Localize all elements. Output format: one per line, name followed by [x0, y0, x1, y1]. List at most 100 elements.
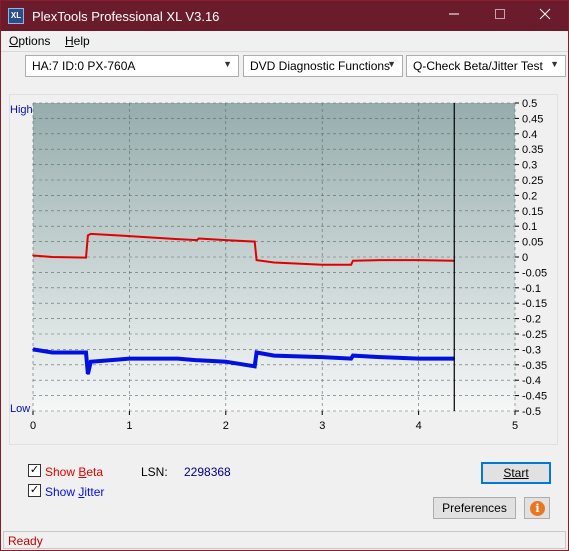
info-button[interactable]: i	[524, 497, 550, 519]
data-point-jitter	[321, 356, 324, 358]
data-point-jitter	[87, 373, 89, 375]
high-label: High	[10, 104, 33, 116]
preferences-button[interactable]: Preferences	[433, 497, 516, 519]
show-jitter-label-post: itter	[84, 485, 105, 499]
data-point-beta	[417, 259, 420, 261]
data-point-jitter	[176, 357, 179, 360]
data-point-jitter	[379, 356, 381, 358]
show-jitter-label-pre: Show	[45, 485, 79, 499]
data-point-beta	[253, 240, 256, 243]
data-point-jitter	[255, 351, 258, 354]
chevron-down-icon: ▼	[550, 59, 559, 69]
y-tick-label: -0.05	[522, 267, 547, 279]
data-point-beta	[198, 237, 200, 240]
show-beta-label[interactable]: Show Beta	[45, 465, 103, 479]
y-tick-label: -0.4	[522, 375, 541, 387]
menu-help[interactable]: Help	[65, 34, 90, 48]
show-jitter-label[interactable]: Show Jitter	[45, 485, 104, 499]
data-point-beta	[32, 254, 34, 257]
show-beta-label-post: eta	[86, 465, 104, 479]
menu-options-accel: O	[9, 34, 19, 48]
close-button[interactable]	[522, 1, 568, 31]
y-tick-label: 0.05	[522, 237, 543, 249]
data-point-beta	[225, 239, 227, 241]
data-point-beta	[352, 259, 354, 262]
app-window: XL PlexTools Professional XL V3.16 Optio…	[0, 0, 569, 551]
y-tick-label: 0.45	[522, 113, 543, 125]
x-tick-label: 0	[30, 420, 36, 432]
data-point-beta	[196, 239, 198, 241]
window-title: PlexTools Professional XL V3.16	[32, 9, 220, 24]
y-tick-label: 0.4	[522, 129, 537, 141]
data-point-beta	[90, 233, 92, 235]
function-select[interactable]: DVD Diagnostic Functions ▼	[243, 55, 403, 77]
y-tick-label: -0.2	[522, 314, 541, 326]
status-text: Ready	[8, 534, 43, 548]
x-tick-label: 3	[319, 420, 325, 432]
title-bar: XL PlexTools Professional XL V3.16	[1, 1, 568, 31]
data-point-jitter	[90, 360, 92, 363]
data-point-beta	[379, 259, 381, 261]
menu-bar: Options Help	[1, 31, 568, 51]
chart-grid	[32, 102, 516, 412]
y-axis-ticks: 0.5 0.45 0.4 0.35 0.3 0.25 0.2 0.15 0.1 0.05 0 -0.0…	[515, 98, 547, 418]
menu-help-label: elp	[73, 34, 90, 48]
y-tick-label: 0.15	[522, 206, 543, 218]
y-tick-label: -0.25	[522, 329, 547, 341]
menu-options-label: ptions	[18, 34, 51, 48]
y-tick-label: -0.1	[522, 283, 541, 295]
show-jitter-checkbox[interactable]: ✓	[28, 484, 41, 497]
start-button[interactable]: Start	[481, 462, 551, 484]
drive-select[interactable]: HA:7 ID:0 PX-760A ▼	[25, 55, 239, 77]
show-beta-checkbox[interactable]: ✓	[28, 464, 41, 477]
chevron-down-icon: ▼	[387, 59, 396, 69]
data-point-beta	[128, 235, 131, 237]
preferences-button-label: Preferences	[442, 501, 507, 515]
drive-select-value: HA:7 ID:0 PX-760A	[32, 59, 136, 73]
maximize-button[interactable]	[477, 1, 523, 31]
data-point-beta	[273, 261, 275, 264]
data-point-jitter	[253, 365, 256, 368]
data-point-jitter	[32, 348, 34, 351]
data-point-jitter	[417, 357, 420, 360]
menu-options[interactable]: Options	[9, 34, 50, 48]
maximize-icon	[495, 9, 505, 19]
close-icon	[539, 8, 551, 20]
x-axis-ticks: 0 1 2 3 4 5	[30, 411, 518, 432]
function-select-value: DVD Diagnostic Functions	[250, 59, 391, 73]
x-tick-label: 1	[126, 420, 132, 432]
y-tick-label: -0.3	[522, 344, 541, 356]
low-label: Low	[10, 403, 30, 415]
data-point-jitter	[196, 359, 198, 361]
chart-panel: 0.5 0.45 0.4 0.35 0.3 0.25 0.2 0.15 0.1 0.05 0 -0.0…	[9, 94, 558, 445]
show-beta-label-pre: Show	[45, 465, 79, 479]
y-tick-label: 0.25	[522, 175, 543, 187]
data-point-jitter	[352, 354, 354, 357]
y-tick-label: 0	[522, 252, 528, 264]
x-tick-label: 4	[416, 420, 422, 432]
status-bar: Ready	[3, 531, 566, 549]
data-point-beta	[51, 256, 54, 258]
lsn-label: LSN:	[141, 465, 168, 479]
y-tick-label: -0.35	[522, 360, 547, 372]
info-icon: i	[530, 501, 545, 516]
y-tick-label: -0.5	[522, 406, 541, 418]
data-point-beta	[87, 234, 89, 237]
data-point-beta	[255, 259, 258, 261]
y-tick-label: -0.45	[522, 391, 547, 403]
y-tick-label: -0.15	[522, 298, 547, 310]
data-point-beta	[176, 238, 179, 240]
x-tick-label: 5	[512, 420, 518, 432]
y-tick-label: 0.5	[522, 98, 537, 110]
minimize-button[interactable]	[431, 1, 477, 31]
chevron-down-icon: ▼	[223, 59, 232, 69]
data-point-jitter	[85, 351, 87, 354]
data-point-beta	[321, 263, 324, 266]
menu-help-accel: H	[65, 34, 74, 48]
data-point-beta	[350, 263, 352, 266]
test-select-value: Q-Check Beta/Jitter Test	[413, 59, 543, 73]
data-point-jitter	[273, 354, 275, 357]
test-select[interactable]: Q-Check Beta/Jitter Test ▼	[406, 55, 566, 77]
data-point-jitter	[225, 360, 227, 363]
lsn-value: 2298368	[184, 465, 231, 479]
